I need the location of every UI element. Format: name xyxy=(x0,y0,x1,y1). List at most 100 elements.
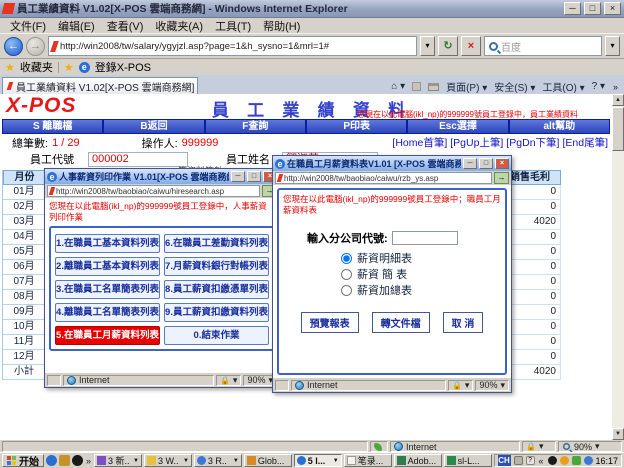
menu-file[interactable]: 文件(F) xyxy=(4,18,52,34)
taskbar-button-adobe[interactable]: Adob... xyxy=(394,454,442,467)
qq-quicklaunch-icon[interactable] xyxy=(72,455,83,466)
qq-tray-icon[interactable] xyxy=(548,456,557,465)
popup2-go-button[interactable]: → xyxy=(494,172,509,184)
menu-item-attendance-list[interactable]: 6.在職員工差勤資料列表 xyxy=(164,234,269,253)
pager-pgup-prev[interactable]: [PgUp上筆] xyxy=(450,135,503,150)
taskbar-button-group-2[interactable]: 3 W.. ▼ xyxy=(144,454,192,467)
favorites-label[interactable]: 收藏夹 xyxy=(20,59,53,75)
page-scrollbar[interactable]: ▲ ▼ xyxy=(612,94,624,440)
taskbar-button-label: 3 新.. xyxy=(108,454,130,467)
scroll-up-arrow[interactable]: ▲ xyxy=(612,94,624,106)
popup1-minimize-button[interactable]: ─ xyxy=(231,171,245,182)
search-options-dropdown[interactable]: ▾ xyxy=(605,36,620,56)
popup2-restore-button[interactable]: □ xyxy=(479,158,493,169)
scroll-down-arrow[interactable]: ▼ xyxy=(612,428,624,440)
popup1-protected-pane[interactable]: 🔒▾ xyxy=(216,375,242,386)
menu-item-resigned-roster-list[interactable]: 4.離職員工名單簡表列表 xyxy=(55,303,160,322)
help-menu-button[interactable]: ? ▾ xyxy=(592,81,605,92)
home-icon[interactable]: ⌂ ▾ xyxy=(391,81,405,92)
nav-esc-select-button[interactable]: Esc選擇 xyxy=(408,120,507,133)
pager-pgdn-next[interactable]: [PgDn下筆] xyxy=(506,135,559,150)
radio-salary-brief-input[interactable] xyxy=(341,269,352,280)
menu-item-active-basic-list[interactable]: 1.在職員工基本資料列表 xyxy=(55,234,160,253)
nav-back-button[interactable]: B返回 xyxy=(104,120,203,133)
popup2-zoom-pane[interactable]: 90% ▾ xyxy=(475,380,509,391)
taskbar-button-glob[interactable]: Glob... xyxy=(244,454,292,467)
menu-item-bank-reconcile-list[interactable]: 7.月薪資料銀行對帳列表 xyxy=(164,257,269,276)
preview-report-button[interactable]: 預覽報表 xyxy=(301,312,359,333)
menu-item-active-roster-list[interactable]: 3.在職員工名單簡表列表 xyxy=(55,280,160,299)
taskbar-button-excel[interactable]: sl-L... xyxy=(444,454,492,467)
input-language-indicator[interactable]: CH xyxy=(498,455,511,466)
menu-view[interactable]: 查看(V) xyxy=(101,18,150,34)
popup2-address-input[interactable]: http://win2008/tw/baobiao/caiwu/rzb_ys.a… xyxy=(275,172,492,184)
refresh-button[interactable]: ↻ xyxy=(438,36,458,56)
menu-favorites[interactable]: 收藏夹(A) xyxy=(149,18,209,34)
printer-tray-icon[interactable] xyxy=(514,456,523,465)
stop-button[interactable]: × xyxy=(461,36,481,56)
taskbar-button-group-3[interactable]: 3 R.. ▼ xyxy=(194,454,242,467)
menu-tools[interactable]: 工具(T) xyxy=(209,18,257,34)
address-input[interactable]: http://win2008/tw/salary/ygyjzl.asp?page… xyxy=(48,36,417,56)
nav-resigned-file-button[interactable]: S 離職檔 xyxy=(3,120,102,133)
taskbar-button-notepad[interactable]: 笔录... xyxy=(344,454,392,467)
favorite-link-xpos-login[interactable]: 登錄X-POS xyxy=(95,59,151,75)
popup2-minimize-button[interactable]: ─ xyxy=(463,158,477,169)
tray-icon-green[interactable] xyxy=(572,456,581,465)
nav-alt-help-button[interactable]: alt幫助 xyxy=(510,120,609,133)
minimize-button[interactable]: ─ xyxy=(564,2,581,15)
menu-edit[interactable]: 编辑(E) xyxy=(52,18,101,34)
menu-item-exit[interactable]: 0.結束作業 xyxy=(164,326,269,345)
menu-help[interactable]: 帮助(H) xyxy=(257,18,306,34)
nav-print-button[interactable]: P印表 xyxy=(307,120,406,133)
popup1-address-input[interactable]: http://win2008/tw/baobiao/caiwu/hiresear… xyxy=(47,185,260,197)
radio-salary-brief[interactable]: 薪資 簡 表 xyxy=(341,266,501,282)
restore-button[interactable]: □ xyxy=(584,2,601,15)
taskbar-button-ie-group-active[interactable]: 5 I... ▼ xyxy=(294,454,342,467)
menu-item-withholding-slip-list[interactable]: 8.員工薪資扣繳憑單列表 xyxy=(164,280,269,299)
popup2-close-button[interactable]: × xyxy=(495,158,509,169)
print-icon[interactable] xyxy=(428,83,439,91)
tray-icon-orange[interactable] xyxy=(560,456,569,465)
tray-collapse-chevron[interactable]: « xyxy=(538,456,545,466)
radio-salary-detail[interactable]: 薪資明細表 xyxy=(341,250,501,266)
radio-salary-detail-input[interactable] xyxy=(341,253,352,264)
address-history-dropdown[interactable]: ▾ xyxy=(420,36,435,56)
tray-icon-blue[interactable] xyxy=(584,456,593,465)
employee-code-field[interactable]: 000002 xyxy=(88,152,188,167)
scrollbar-thumb[interactable] xyxy=(612,107,624,151)
pager-end-last[interactable]: [End尾筆] xyxy=(562,135,608,150)
menu-item-resigned-basic-list[interactable]: 2.離職員工基本資料列表 xyxy=(55,257,160,276)
branch-code-input[interactable] xyxy=(392,231,458,245)
taskbar-button-group-1[interactable]: 3 新.. ▼ xyxy=(94,454,142,467)
cancel-button[interactable]: 取 消 xyxy=(443,312,484,333)
back-button[interactable]: ← xyxy=(4,37,23,56)
app-quicklaunch-icon[interactable] xyxy=(59,455,70,466)
protected-mode-pane[interactable]: 🔒▾ xyxy=(522,441,556,452)
zoom-pane[interactable]: 90% ▾ xyxy=(558,441,622,452)
safety-menu-button[interactable]: 安全(S) ▾ xyxy=(494,79,535,94)
menu-item-withholding-data-list[interactable]: 9.員工薪資扣繳資料列表 xyxy=(164,303,269,322)
close-button[interactable]: × xyxy=(604,2,621,15)
clock[interactable]: 16:17 xyxy=(596,456,619,466)
help-tray-icon[interactable]: ? xyxy=(526,456,535,465)
add-favorite-icon[interactable]: ★ xyxy=(64,61,74,74)
tools-menu-button[interactable]: 工具(O) ▾ xyxy=(542,79,584,94)
quicklaunch-chevron[interactable]: » xyxy=(85,456,92,466)
page-menu-button[interactable]: 頁面(P) ▾ xyxy=(446,79,487,94)
forward-button[interactable]: → xyxy=(26,37,45,56)
radio-salary-total-input[interactable] xyxy=(341,285,352,296)
radio-salary-total[interactable]: 薪資加總表 xyxy=(341,282,501,298)
popup1-restore-button[interactable]: □ xyxy=(247,171,261,182)
feed-icon[interactable] xyxy=(412,82,421,91)
popup2-protected-pane[interactable]: 🔒▾ xyxy=(448,380,474,391)
ie-quicklaunch-icon[interactable] xyxy=(46,455,57,466)
nav-query-button[interactable]: F查詢 xyxy=(206,120,305,133)
search-input[interactable]: 百度 xyxy=(484,36,602,56)
start-button[interactable]: 开始 xyxy=(2,454,44,467)
overflow-chevron[interactable]: » xyxy=(612,82,619,92)
export-file-button[interactable]: 轉文件檔 xyxy=(372,312,430,333)
tab-employee-performance[interactable]: 員工業績資料 V1.02[X-POS 雲端商務網] xyxy=(2,77,198,94)
pager-home-first[interactable]: [Home首筆] xyxy=(392,135,447,150)
menu-item-monthly-salary-list-selected[interactable]: 5.在職員工月薪資料列表 xyxy=(55,326,160,345)
